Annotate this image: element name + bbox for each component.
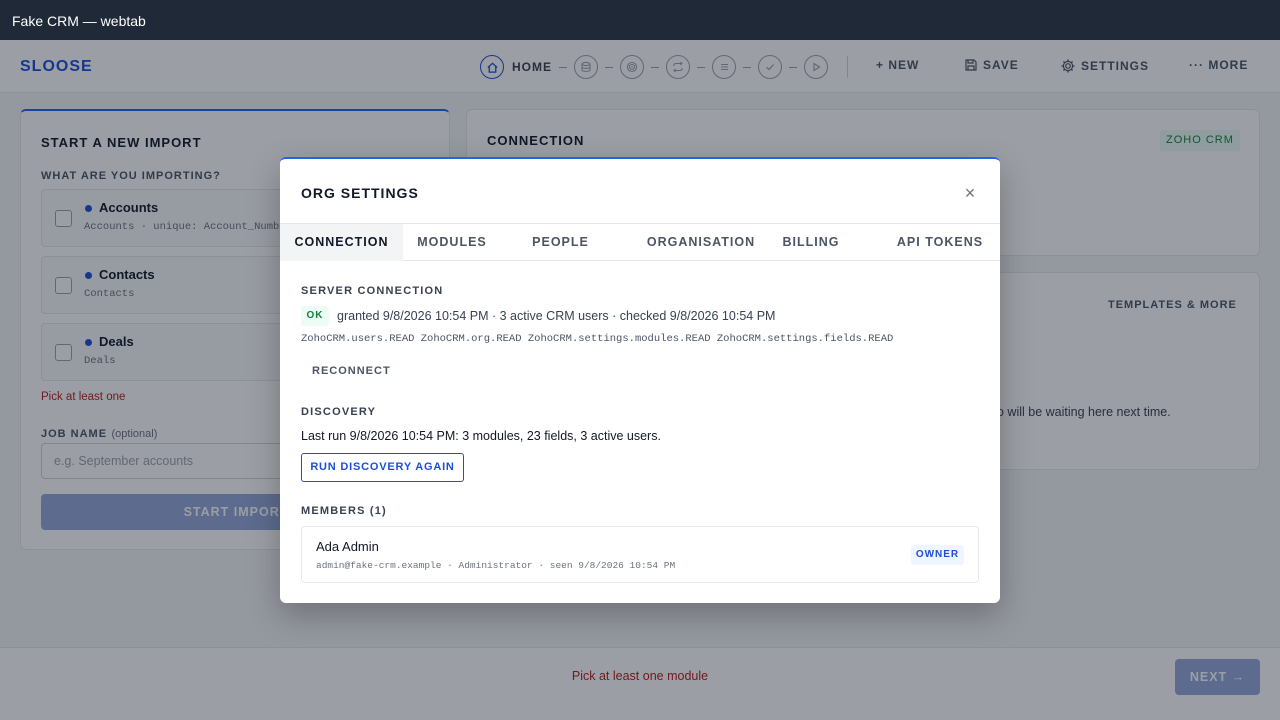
org-settings-modal: ORG SETTINGS × CONNECTION MODULES PEOPLE…	[280, 157, 1000, 603]
member-meta: admin@fake-crm.example · Administrator ·…	[316, 560, 676, 571]
window-title: Fake CRM — webtab	[12, 13, 146, 29]
role-badge: OWNER	[911, 545, 964, 565]
discovery-summary: Last run 9/8/2026 10:54 PM: 3 modules, 2…	[301, 429, 661, 443]
tab-connection[interactable]: CONNECTION	[280, 224, 403, 261]
tab-organisation[interactable]: ORGANISATION	[640, 224, 762, 261]
window-titlebar: Fake CRM — webtab	[0, 0, 1280, 40]
members-label: MEMBERS (1)	[301, 505, 387, 517]
member-row: Ada Admin admin@fake-crm.example · Admin…	[301, 526, 979, 583]
tab-billing[interactable]: BILLING	[775, 224, 847, 261]
status-badge: OK	[301, 306, 329, 326]
connection-status-text: granted 9/8/2026 10:54 PM · 3 active CRM…	[337, 309, 776, 323]
scopes-list: ZohoCRM.users.READ ZohoCRM.org.READ Zoho…	[301, 333, 894, 345]
settings-tabs: CONNECTION MODULES PEOPLE ORGANISATION B…	[280, 223, 1000, 261]
close-icon[interactable]: ×	[960, 183, 980, 203]
modal-title: ORG SETTINGS	[301, 185, 419, 201]
tab-people[interactable]: PEOPLE	[501, 224, 620, 261]
server-connection-label: SERVER CONNECTION	[301, 285, 444, 297]
reconnect-button[interactable]: RECONNECT	[301, 359, 402, 383]
tab-api-tokens[interactable]: API TOKENS	[890, 224, 990, 261]
member-name: Ada Admin	[316, 539, 379, 554]
tab-modules[interactable]: MODULES	[403, 224, 501, 261]
discovery-label: DISCOVERY	[301, 406, 377, 418]
run-discovery-button[interactable]: RUN DISCOVERY AGAIN	[301, 453, 464, 482]
